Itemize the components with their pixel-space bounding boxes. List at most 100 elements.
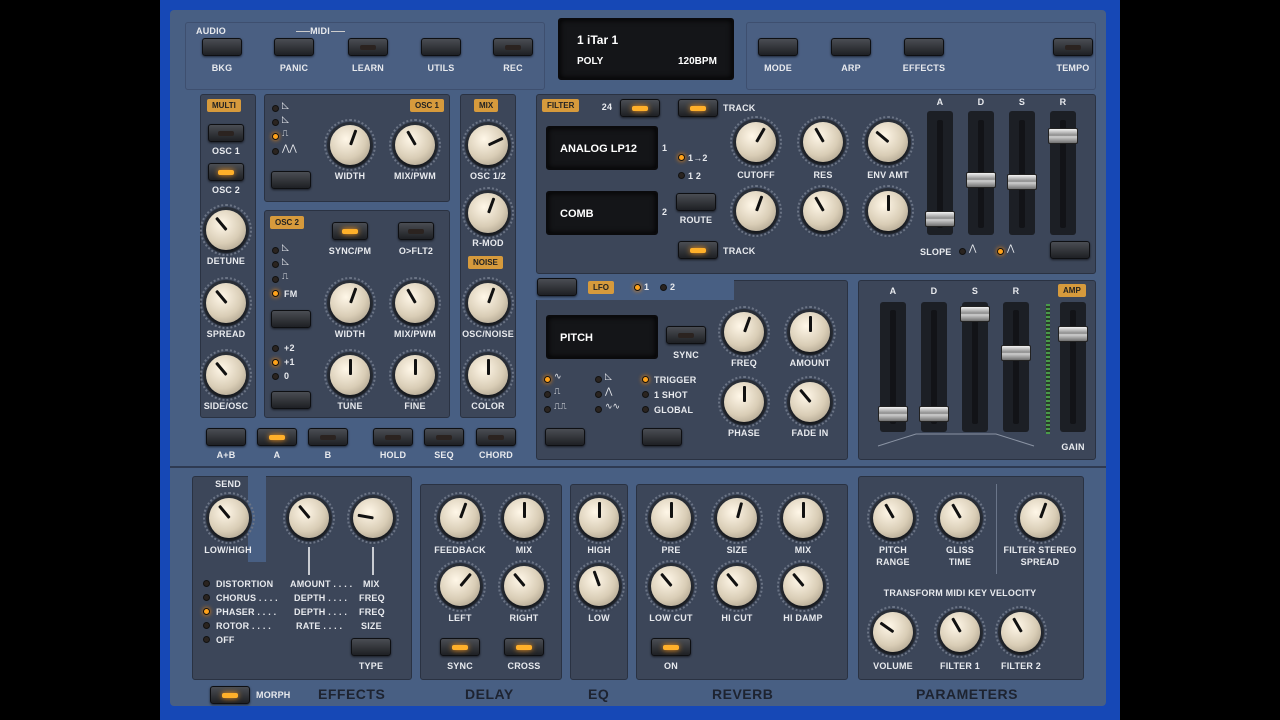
rotor-led[interactable]: [203, 622, 210, 629]
filter1-type-display[interactable]: ANALOG LP12: [546, 126, 658, 170]
osc2-wave-saw-led[interactable]: [272, 247, 279, 254]
amp-r-fader[interactable]: [1001, 345, 1031, 361]
osc2-oct-button[interactable]: [271, 391, 311, 409]
bkg-button[interactable]: [202, 38, 242, 56]
vel-filter1-knob[interactable]: [934, 606, 986, 658]
lfo-sync-button[interactable]: [666, 326, 706, 344]
panic-button[interactable]: [274, 38, 314, 56]
osc2-wave-saw2-led[interactable]: [272, 261, 279, 268]
tempo-button[interactable]: [1053, 38, 1093, 56]
filter-24-button[interactable]: [620, 99, 660, 117]
delay-sync-button[interactable]: [440, 638, 480, 656]
right-knob[interactable]: [498, 560, 550, 612]
osc1-wave-square-led[interactable]: [272, 133, 279, 140]
osc1-wave-saw-led[interactable]: [272, 105, 279, 112]
fx-type-button[interactable]: [351, 638, 391, 656]
vel-filter2-knob[interactable]: [995, 606, 1047, 658]
fx-mix-knob[interactable]: [347, 492, 399, 544]
osc1-mixpwm-knob[interactable]: [389, 119, 441, 171]
lfo-wave-saw-led[interactable]: [595, 376, 602, 383]
lfo-wave-button[interactable]: [545, 428, 585, 446]
eq-high-knob[interactable]: [573, 492, 625, 544]
osc1-wave-tri-led[interactable]: [272, 148, 279, 155]
eq-low-knob[interactable]: [573, 560, 625, 612]
hold-button[interactable]: [373, 428, 413, 446]
lfo-amount-knob[interactable]: [784, 306, 836, 358]
lfo-wave-tri-led[interactable]: [595, 391, 602, 398]
phaser-led[interactable]: [203, 608, 210, 615]
left-knob[interactable]: [434, 560, 486, 612]
lfo-wave-sine-led[interactable]: [544, 376, 551, 383]
oct-plus2-led[interactable]: [272, 345, 279, 352]
cross-button[interactable]: [504, 638, 544, 656]
rev-size-knob[interactable]: [711, 492, 763, 544]
rec-button[interactable]: [493, 38, 533, 56]
filter-d-fader[interactable]: [966, 172, 996, 188]
osc2-wave-button[interactable]: [271, 310, 311, 328]
effects-top-button[interactable]: [904, 38, 944, 56]
osc2-width-knob[interactable]: [324, 277, 376, 329]
morph-button[interactable]: [210, 686, 250, 704]
chord-button[interactable]: [476, 428, 516, 446]
env-amt2-knob[interactable]: [862, 185, 914, 237]
a-button[interactable]: [257, 428, 297, 446]
low-cut-knob[interactable]: [645, 560, 697, 612]
filter-s-fader[interactable]: [1007, 174, 1037, 190]
filter-stereo-spread-knob[interactable]: [1014, 492, 1066, 544]
lfo1-led[interactable]: [634, 284, 641, 291]
a-plus-b-button[interactable]: [206, 428, 246, 446]
send-knob[interactable]: [203, 492, 255, 544]
oct-zero-led[interactable]: [272, 373, 279, 380]
lfo-phase-knob[interactable]: [718, 376, 770, 428]
one-shot-led[interactable]: [642, 391, 649, 398]
lfo-wave-rnd-led[interactable]: [595, 406, 602, 413]
cutoff2-knob[interactable]: [730, 185, 782, 237]
osc12-mix-knob[interactable]: [462, 119, 514, 171]
slope-linear-led[interactable]: [959, 248, 966, 255]
osc1-select-button[interactable]: [208, 124, 244, 142]
distortion-led[interactable]: [203, 580, 210, 587]
o-flt2-button[interactable]: [398, 222, 434, 240]
amp-s-fader[interactable]: [960, 306, 990, 322]
route-serial-led[interactable]: [678, 154, 685, 161]
lfo-wave-sh-led[interactable]: [544, 406, 551, 413]
gain-fader[interactable]: [1058, 326, 1088, 342]
track1-button[interactable]: [678, 99, 718, 117]
side-osc-knob[interactable]: [200, 349, 252, 401]
route-button[interactable]: [676, 193, 716, 211]
lfo-wave-square-led[interactable]: [544, 391, 551, 398]
osc2-select-button[interactable]: [208, 163, 244, 181]
tune-knob[interactable]: [324, 349, 376, 401]
lfo-fade-in-knob[interactable]: [784, 376, 836, 428]
osc1-width-knob[interactable]: [324, 119, 376, 171]
r-mod-knob[interactable]: [462, 187, 514, 239]
slope-exp-led[interactable]: [997, 248, 1004, 255]
pre-knob[interactable]: [645, 492, 697, 544]
amp-d-fader[interactable]: [919, 406, 949, 422]
vel-volume-knob[interactable]: [867, 606, 919, 658]
track2-button[interactable]: [678, 241, 718, 259]
osc-noise-knob[interactable]: [462, 277, 514, 329]
osc2-wave-fm-led[interactable]: [272, 290, 279, 297]
learn-button[interactable]: [348, 38, 388, 56]
seq-button[interactable]: [424, 428, 464, 446]
utils-button[interactable]: [421, 38, 461, 56]
amp-a-fader[interactable]: [878, 406, 908, 422]
preset-display[interactable]: 1 iTar 1 POLY 120BPM: [558, 18, 734, 80]
cutoff1-knob[interactable]: [730, 116, 782, 168]
sync-pm-button[interactable]: [332, 222, 368, 240]
b-button[interactable]: [308, 428, 348, 446]
filter2-type-display[interactable]: COMB: [546, 191, 658, 235]
lfo-freq-knob[interactable]: [718, 306, 770, 358]
pitch-range-knob[interactable]: [867, 492, 919, 544]
hi-cut-knob[interactable]: [711, 560, 763, 612]
fine-knob[interactable]: [389, 349, 441, 401]
lfo2-led[interactable]: [660, 284, 667, 291]
reverb-on-button[interactable]: [651, 638, 691, 656]
fx-amount-knob[interactable]: [283, 492, 335, 544]
arp-button[interactable]: [831, 38, 871, 56]
rev-mix-knob[interactable]: [777, 492, 829, 544]
route-parallel-led[interactable]: [678, 172, 685, 179]
res2-knob[interactable]: [797, 185, 849, 237]
osc1-wave-button[interactable]: [271, 171, 311, 189]
